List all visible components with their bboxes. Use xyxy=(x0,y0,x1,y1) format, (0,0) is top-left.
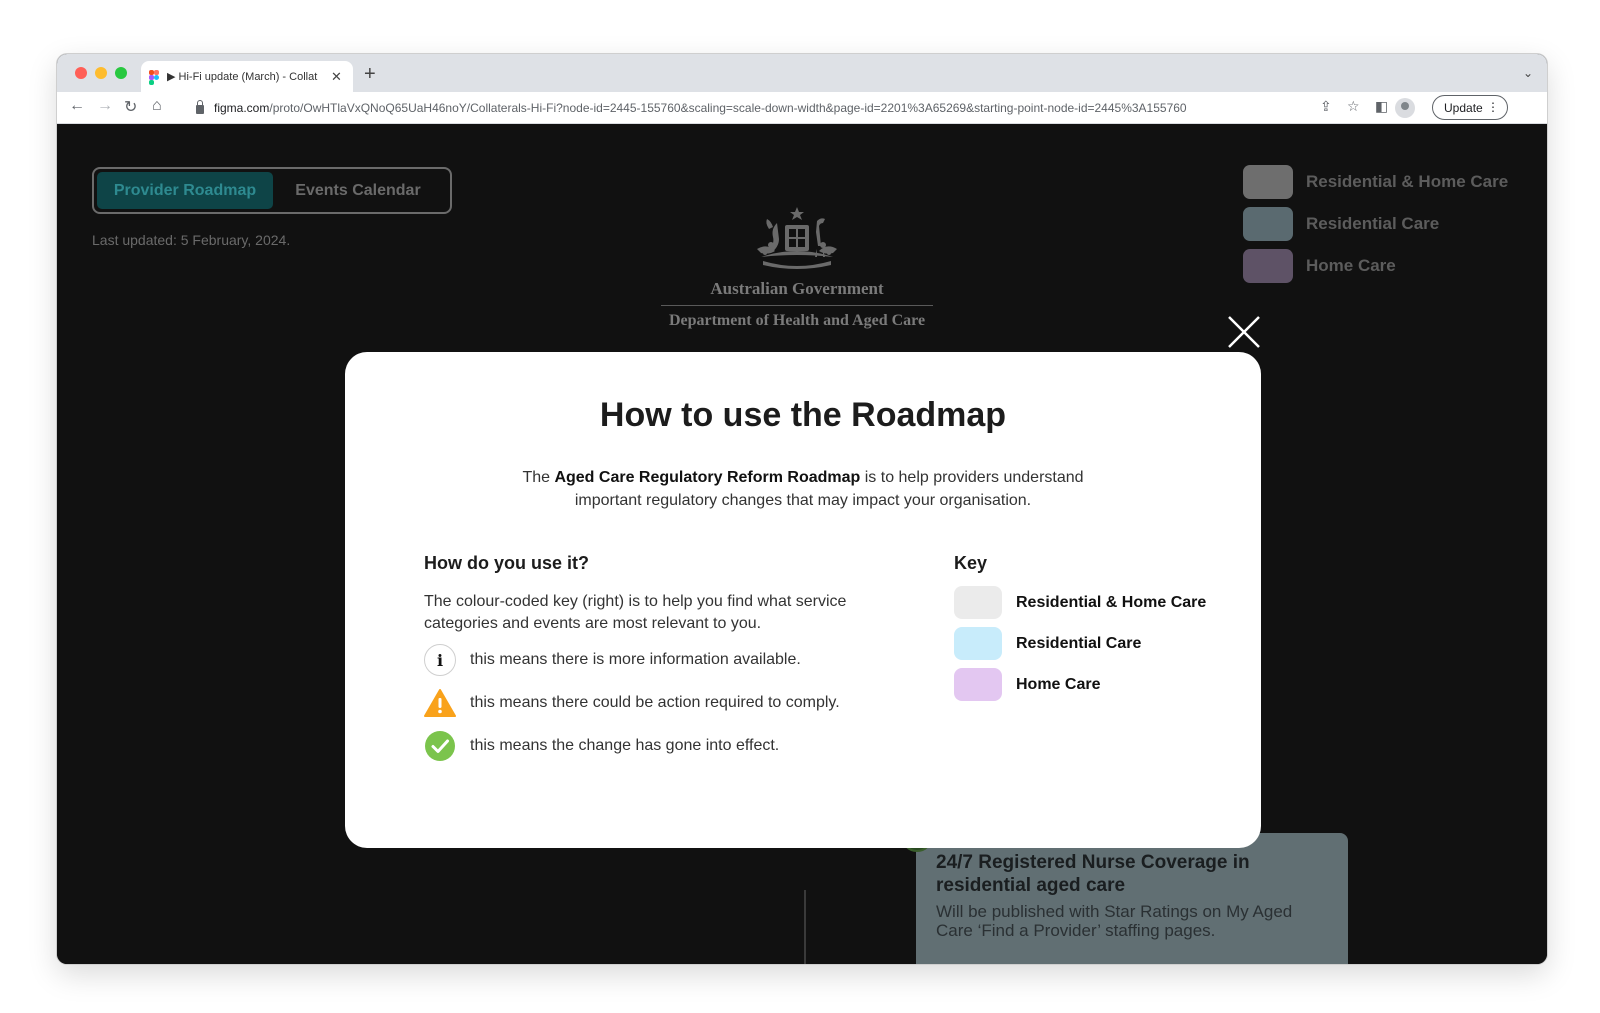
warning-icon xyxy=(424,687,456,719)
legend-swatch xyxy=(1243,165,1293,199)
check-icon xyxy=(424,730,456,762)
tab-events-calendar[interactable]: Events Calendar xyxy=(273,172,443,209)
minimize-window-button[interactable] xyxy=(95,67,107,79)
view-switcher: Provider Roadmap Events Calendar xyxy=(92,167,452,214)
icon-explainer-text: this means the change has gone into effe… xyxy=(470,737,780,754)
logo-divider xyxy=(661,305,933,306)
logo-line-department: Department of Health and Aged Care xyxy=(668,312,926,329)
event-description: Will be published with Star Ratings on M… xyxy=(936,902,1293,940)
how-heading: How do you use it? xyxy=(424,553,589,573)
roadmap-page: Provider Roadmap Events Calendar Last up… xyxy=(57,125,1547,964)
star-icon[interactable]: ☆ xyxy=(1347,98,1360,115)
how-to-modal: How to use the Roadmap The Aged Care Reg… xyxy=(345,352,1261,848)
home-icon[interactable]: ⌂ xyxy=(152,97,162,115)
event-title: 24/7 Registered Nurse Coverage in reside… xyxy=(936,852,1250,896)
update-label: Update xyxy=(1444,100,1483,115)
profile-icon[interactable] xyxy=(1395,98,1415,118)
key-swatch xyxy=(954,627,1002,660)
key-swatch xyxy=(954,586,1002,619)
modal-title: How to use the Roadmap xyxy=(599,396,1007,434)
maximize-window-button[interactable] xyxy=(115,67,127,79)
tab-title: ▶ Hi-Fi update (March) - Collat xyxy=(167,71,318,83)
kebab-icon[interactable]: ⋮ xyxy=(1487,100,1499,114)
lock-icon xyxy=(196,100,204,114)
browser-toolbar: ← → ↻ ⌂ figma.com/proto/OwHTlaVxQNoQ65Ua… xyxy=(57,92,1547,124)
logo-line-government: Australian Government xyxy=(710,279,884,298)
legend-swatch xyxy=(1243,249,1293,283)
icon-explainer-row: this means the change has gone into effe… xyxy=(424,730,779,762)
figma-icon xyxy=(149,69,161,85)
window-controls xyxy=(75,67,127,79)
legend-item[interactable]: Home Care xyxy=(1243,249,1508,283)
forward-icon[interactable]: → xyxy=(97,97,113,115)
legend-label: Residential & Home Care xyxy=(1306,172,1509,191)
legend-swatch xyxy=(1243,207,1293,241)
reload-icon[interactable]: ↻ xyxy=(124,97,137,117)
icon-explainer-text: this means there could be action require… xyxy=(470,694,840,711)
key-item: Residential & Home Care xyxy=(954,586,1206,619)
key-label: Home Care xyxy=(1016,675,1101,693)
tab-provider-roadmap[interactable]: Provider Roadmap xyxy=(97,172,273,209)
key-item: Home Care xyxy=(954,668,1100,701)
close-window-button[interactable] xyxy=(75,67,87,79)
legend-item[interactable]: Residential & Home Care xyxy=(1243,165,1508,199)
event-card[interactable]: 24/7 Registered Nurse Coverage in reside… xyxy=(916,833,1348,964)
update-button[interactable]: Update ⋮ xyxy=(1432,95,1508,120)
legend-label: Residential Care xyxy=(1306,214,1440,233)
key-item: Residential Care xyxy=(954,627,1141,660)
key-swatch xyxy=(954,668,1002,701)
legend-item[interactable]: Residential Care xyxy=(1243,207,1508,241)
icon-explainer-text: this means there is more information ava… xyxy=(470,651,801,668)
back-icon[interactable]: ← xyxy=(69,97,85,115)
key-label: Residential Care xyxy=(1016,634,1142,652)
address-bar[interactable]: figma.com/proto/OwHTlaVxQNoQ65UaH46noY/C… xyxy=(184,96,1362,120)
tab-strip: ▶ Hi-Fi update (March) - Collat ✕ + ⌄ xyxy=(57,54,1547,92)
tab-close-icon[interactable]: ✕ xyxy=(331,69,342,85)
share-icon[interactable]: ⇪ xyxy=(1320,98,1332,115)
close-modal-icon[interactable] xyxy=(1227,315,1261,349)
info-icon: i xyxy=(424,644,456,676)
new-tab-button[interactable]: + xyxy=(364,63,376,86)
sidepanel-icon[interactable]: ◧ xyxy=(1375,98,1388,115)
url-text: figma.com/proto/OwHTlaVxQNoQ65UaH46noY/C… xyxy=(214,101,1187,115)
tab-search-icon[interactable]: ⌄ xyxy=(1523,66,1533,80)
modal-intro: The Aged Care Regulatory Reform Roadmap … xyxy=(522,469,1084,509)
browser-window: ▶ Hi-Fi update (March) - Collat ✕ + ⌄ ← … xyxy=(57,54,1547,964)
coat-of-arms-icon xyxy=(757,207,837,269)
legend-label: Home Care xyxy=(1306,256,1396,275)
government-logo: Australian Government Department of Heal… xyxy=(657,205,937,330)
how-body: The colour-coded key (right) is to help … xyxy=(424,593,847,632)
category-legend: Residential & Home Care Residential Care… xyxy=(1243,165,1508,291)
key-heading: Key xyxy=(954,553,988,573)
timeline-line xyxy=(804,890,806,964)
key-label: Residential & Home Care xyxy=(1016,593,1207,611)
browser-tab[interactable]: ▶ Hi-Fi update (March) - Collat ✕ xyxy=(141,61,353,92)
icon-explainer-row: i this means there is more information a… xyxy=(424,644,801,676)
icon-explainer-row: this means there could be action require… xyxy=(424,687,840,719)
last-updated-text: Last updated: 5 February, 2024. xyxy=(92,232,291,248)
